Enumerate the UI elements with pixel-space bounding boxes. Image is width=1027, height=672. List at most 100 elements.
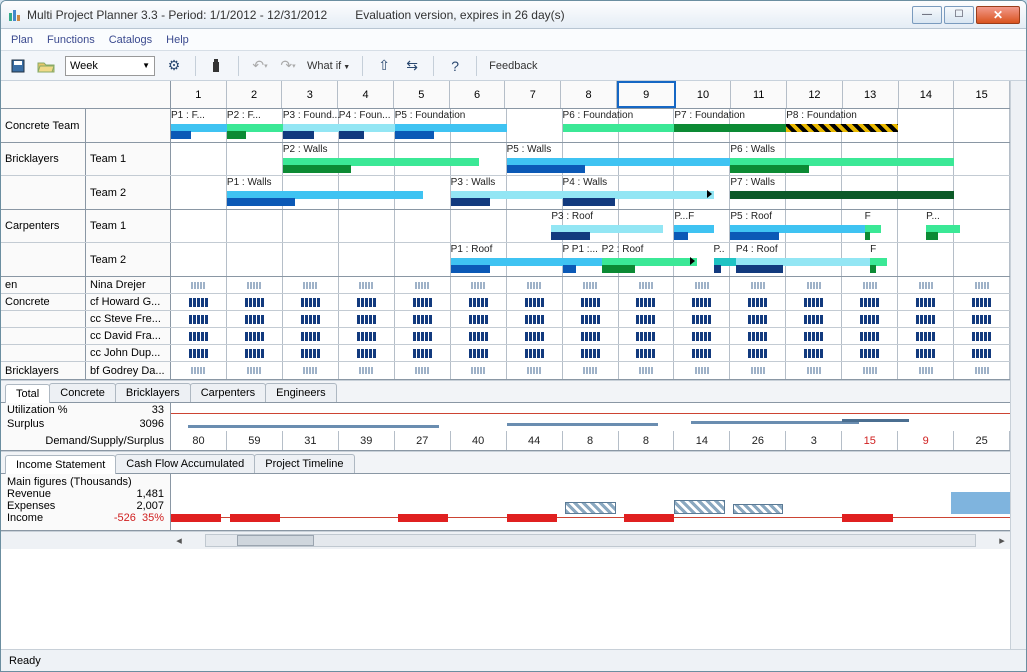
timeline-col-5[interactable]: 5	[394, 81, 450, 108]
task-bar[interactable]	[563, 124, 675, 132]
resource-name: cc John Dup...	[86, 345, 170, 361]
resource-row: Bricklayersbf Godrey Da...	[1, 362, 1010, 379]
dropdown-arrow-icon: ▼	[142, 61, 150, 70]
resource-row: cc John Dup...	[1, 345, 1010, 362]
task-label: P3 : Roof	[551, 211, 663, 223]
timeline-col-3[interactable]: 3	[282, 81, 338, 108]
tab-total[interactable]: Total	[5, 384, 50, 403]
vertical-scrollbar[interactable]	[1010, 81, 1026, 649]
menu-catalogs[interactable]: Catalogs	[109, 34, 152, 46]
timeline-col-1[interactable]: 1	[171, 81, 227, 108]
task-bar-progress	[551, 232, 590, 240]
income-label: Income	[7, 512, 43, 524]
minimize-button[interactable]: —	[912, 6, 942, 24]
tab-engineers[interactable]: Engineers	[265, 383, 337, 402]
task-label: P3 : Walls	[451, 177, 563, 189]
maximize-button[interactable]: ☐	[944, 6, 974, 24]
task-label: P1 : F...	[171, 110, 227, 122]
help-icon[interactable]: ?	[446, 57, 464, 75]
revenue-value: 1,481	[136, 488, 164, 500]
group-label: Carpenters	[1, 210, 86, 242]
expenses-value: 2,007	[136, 500, 164, 512]
task-bar-progress	[870, 265, 876, 273]
task-bar-progress	[171, 131, 191, 139]
app-window: Multi Project Planner 3.3 - Period: 1/1/…	[0, 0, 1027, 672]
task-bar-progress	[736, 265, 783, 273]
task-bar[interactable]	[730, 191, 954, 199]
gear-icon[interactable]: ⚙	[165, 57, 183, 75]
gantt-row: Team 2P1 : RoofP P1 :...P2 : RoofP..P4 :…	[1, 243, 1010, 276]
feedback-link[interactable]: Feedback	[489, 60, 537, 72]
team-label: Team 1	[86, 210, 170, 242]
team-label: Team 2	[86, 176, 170, 209]
close-button[interactable]: ✕	[976, 6, 1020, 24]
timeline-col-13[interactable]: 13	[843, 81, 899, 108]
tab-income-statement[interactable]: Income Statement	[5, 455, 116, 474]
tab-concrete[interactable]: Concrete	[49, 383, 116, 402]
timeline-col-7[interactable]: 7	[505, 81, 561, 108]
undo-icon[interactable]: ↶▾	[251, 57, 269, 75]
upload-icon[interactable]: ⇧	[375, 57, 393, 75]
resource-name: bf Godrey Da...	[86, 362, 170, 379]
scroll-right-icon[interactable]: ▸	[994, 532, 1010, 549]
task-label: P7 : Walls	[730, 177, 954, 189]
task-bar-progress	[395, 131, 434, 139]
dss-value: 80	[171, 431, 227, 450]
task-label: P2 : Walls	[283, 144, 479, 156]
timeline-col-15[interactable]: 15	[954, 81, 1010, 108]
task-bar-progress	[227, 131, 247, 139]
timeline-col-8[interactable]: 8	[561, 81, 617, 108]
task-label: P...F	[674, 211, 713, 223]
task-bar-progress	[451, 198, 490, 206]
timeline-col-6[interactable]: 6	[450, 81, 506, 108]
menu-plan[interactable]: Plan	[11, 34, 33, 46]
whatif-menu[interactable]: What if▼	[307, 60, 350, 72]
open-icon[interactable]	[37, 57, 55, 75]
surplus-value: 3096	[140, 418, 164, 430]
resource-row: Concretecf Howard G...	[1, 294, 1010, 311]
resource-group	[1, 328, 86, 344]
group-label: Bricklayers	[1, 143, 86, 175]
timeline-col-9[interactable]: 9	[617, 81, 676, 108]
tab-carpenters[interactable]: Carpenters	[190, 383, 266, 402]
scroll-left-icon[interactable]: ◂	[171, 532, 187, 549]
task-label: P6 : Walls	[730, 144, 954, 156]
task-bar[interactable]	[786, 124, 898, 132]
resource-name: Nina Drejer	[86, 277, 170, 293]
task-label: P P1 :...	[563, 244, 602, 256]
resource-group	[1, 311, 86, 327]
menu-help[interactable]: Help	[166, 34, 189, 46]
bottle-icon[interactable]	[208, 57, 226, 75]
task-label: P4 : Walls	[563, 177, 714, 189]
timeline-col-2[interactable]: 2	[227, 81, 283, 108]
dss-value: 39	[339, 431, 395, 450]
tab-bricklayers[interactable]: Bricklayers	[115, 383, 191, 402]
task-bar[interactable]	[674, 124, 786, 132]
timeline-col-11[interactable]: 11	[731, 81, 787, 108]
save-icon[interactable]	[9, 57, 27, 75]
status-text: Ready	[9, 655, 41, 667]
income-heading: Main figures (Thousands)	[7, 476, 132, 488]
gantt-row: Team 2P1 : WallsP3 : WallsP4 : WallsP7 :…	[1, 176, 1010, 209]
resource-row: cc David Fra...	[1, 328, 1010, 345]
titlebar: Multi Project Planner 3.3 - Period: 1/1/…	[1, 1, 1026, 29]
gantt-row: CarpentersTeam 1P3 : RoofP...FP5 : RoofF…	[1, 210, 1010, 243]
horizontal-scrollbar[interactable]: ◂ ▸	[1, 531, 1010, 549]
task-label: P..	[714, 244, 736, 256]
dss-value: 3	[786, 431, 842, 450]
period-select[interactable]: Week ▼	[65, 56, 155, 76]
tab-cash-flow-accumulated[interactable]: Cash Flow Accumulated	[115, 454, 255, 473]
timeline-col-14[interactable]: 14	[899, 81, 955, 108]
timeline-col-12[interactable]: 12	[787, 81, 843, 108]
timeline-col-4[interactable]: 4	[338, 81, 394, 108]
timeline-col-10[interactable]: 10	[676, 81, 732, 108]
redo-icon[interactable]: ↷▾	[279, 57, 297, 75]
transfer-icon[interactable]: ⇆	[403, 57, 421, 75]
task-label: P1 : Roof	[451, 244, 563, 256]
task-label: F	[870, 244, 887, 256]
tab-project-timeline[interactable]: Project Timeline	[254, 454, 354, 473]
surplus-label: Surplus	[7, 418, 44, 430]
income-panel: Main figures (Thousands) Revenue1,481 Ex…	[1, 473, 1010, 531]
menu-functions[interactable]: Functions	[47, 34, 95, 46]
resource-name: cc David Fra...	[86, 328, 170, 344]
